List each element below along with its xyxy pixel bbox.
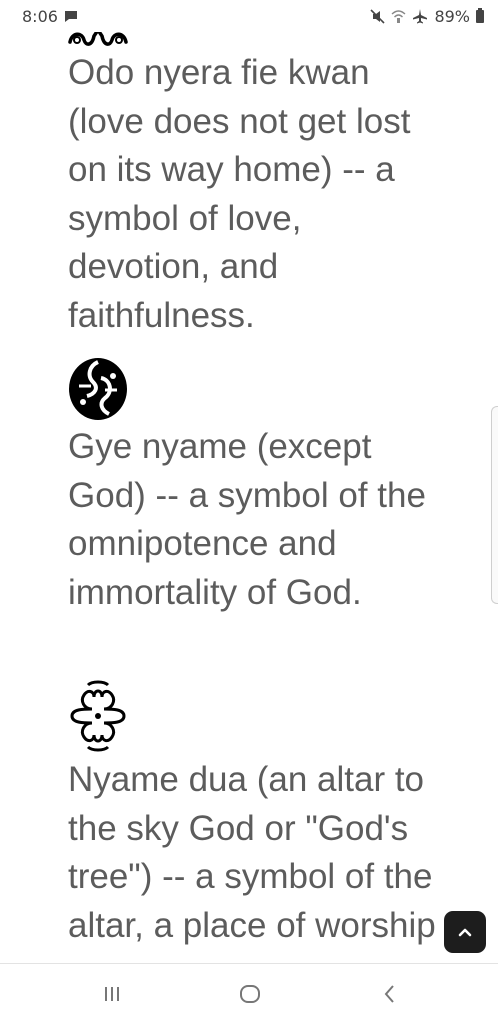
status-bar: 8:06 89% [0, 0, 498, 32]
status-time: 8:06 [22, 6, 58, 26]
wifi-calling-icon [391, 9, 406, 24]
gye-nyame-icon [69, 358, 127, 420]
scroll-to-top-button[interactable] [444, 911, 486, 953]
chevron-up-icon [458, 928, 472, 937]
recent-apps-button[interactable] [72, 964, 152, 1024]
entry-text-nyame-dua: Nyame dua (an altar to the sky God or "G… [68, 760, 436, 945]
back-icon [384, 985, 394, 1003]
entry-text-gye-nyame: Gye nyame (except God) -- a symbol of th… [68, 427, 426, 612]
navigation-bar [0, 963, 498, 1024]
home-button[interactable] [210, 964, 290, 1024]
recent-apps-icon [105, 987, 119, 1001]
battery-icon [476, 7, 484, 23]
mute-icon [370, 8, 386, 24]
edge-panel-handle[interactable] [491, 406, 498, 604]
nyame-dua-icon [70, 680, 126, 752]
entry-text-odo-nyera: Odo nyera fie kwan (love does not get lo… [68, 53, 411, 335]
airplane-icon [412, 8, 428, 24]
battery-percent: 89% [434, 6, 470, 26]
home-icon [240, 985, 260, 1003]
message-icon [64, 10, 78, 23]
article-content: Odo nyera fie kwan (love does not get lo… [0, 0, 498, 963]
back-button[interactable] [350, 964, 430, 1024]
